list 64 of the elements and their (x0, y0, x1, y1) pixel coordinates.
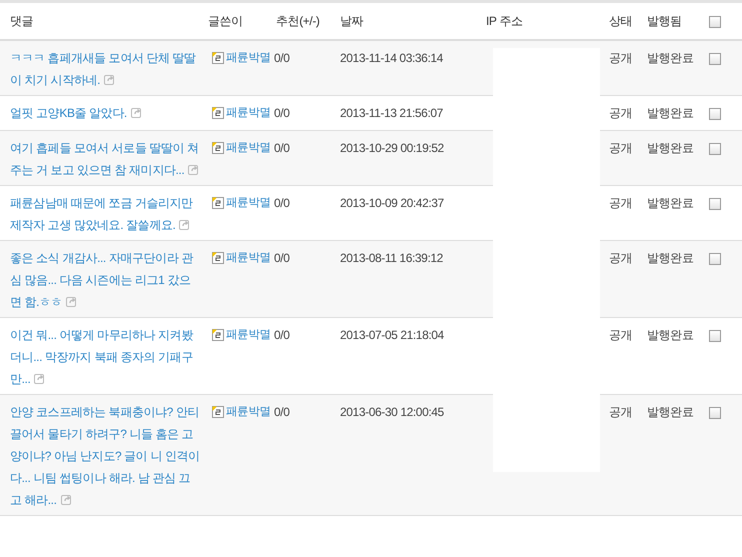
comment-link[interactable]: 안양 코스프레하는 북패충이냐? 안티 끌어서 물타기 하려구? 니들 홈은 고양이냐? 아님 난지도? 글이 니 인격이다... 니팀 썹팅이나 해라. 남 관심 끄고 해라... (10, 401, 204, 511)
status-text: 공개 (609, 405, 632, 419)
author-link[interactable]: 패륜박멸 (212, 47, 271, 69)
votes-text: 0/0 (274, 106, 290, 120)
published-text: 발행완료 (647, 141, 694, 155)
share-icon[interactable] (130, 107, 142, 118)
level-icon (212, 329, 224, 341)
level-icon (212, 107, 224, 119)
row-checkbox[interactable] (709, 330, 721, 342)
share-icon[interactable] (34, 373, 46, 384)
share-icon[interactable] (66, 296, 78, 307)
published-text: 발행완료 (647, 106, 694, 120)
votes-text: 0/0 (274, 328, 290, 342)
row-checkbox[interactable] (709, 198, 721, 210)
row-checkbox[interactable] (709, 108, 721, 120)
status-text: 공개 (609, 141, 632, 155)
author-link[interactable]: 패륜박멸 (212, 102, 271, 124)
select-all-checkbox[interactable] (709, 16, 721, 28)
row-checkbox[interactable] (709, 406, 721, 419)
published-text: 발행완료 (647, 251, 694, 265)
comment-link[interactable]: 여기 흡페들 모여서 서로들 딸딸이 쳐주는 거 보고 있으면 참 재미지다... (10, 137, 204, 181)
status-text: 공개 (609, 106, 632, 120)
row-checkbox[interactable] (709, 252, 721, 265)
date-text: 2013-11-14 03:36:14 (340, 51, 443, 65)
date-text: 2013-11-13 21:56:07 (340, 106, 443, 120)
author-link[interactable]: 패륜박멸 (212, 137, 271, 159)
date-text: 2013-07-05 21:18:04 (340, 328, 444, 342)
level-icon (212, 52, 224, 64)
level-icon (212, 142, 224, 154)
status-text: 공개 (609, 51, 632, 65)
share-icon[interactable] (104, 74, 116, 85)
votes-text: 0/0 (274, 141, 290, 155)
published-text: 발행완료 (647, 196, 694, 210)
author-link[interactable]: 패륜박멸 (212, 247, 271, 269)
row-checkbox[interactable] (709, 52, 721, 65)
votes-text: 0/0 (274, 251, 290, 265)
status-text: 공개 (609, 251, 632, 265)
level-icon (212, 252, 224, 264)
date-text: 2013-06-30 12:00:45 (340, 405, 444, 419)
votes-text: 0/0 (274, 51, 290, 65)
published-text: 발행완료 (647, 51, 694, 65)
date-text: 2013-10-09 20:42:37 (340, 196, 444, 210)
votes-text: 0/0 (274, 405, 290, 419)
date-text: 2013-08-11 16:39:12 (340, 251, 443, 265)
comment-link[interactable]: 패륜삼남매 때문에 쪼금 거슬리지만 제작자 고생 많았네요. 잘쓸께요. (10, 192, 204, 236)
author-link[interactable]: 패륜박멸 (212, 192, 271, 214)
comment-link[interactable]: 이건 뭐... 어떻게 마무리하나 지켜봤더니... 막장까지 북패 종자의 기패구만... (10, 324, 204, 390)
comment-link[interactable]: ㅋㅋㅋ 흡페개새들 모여서 단체 딸딸이 치기 시작하네. (10, 47, 204, 91)
share-icon[interactable] (188, 164, 200, 175)
row-checkbox[interactable] (709, 142, 721, 155)
status-text: 공개 (609, 196, 632, 210)
author-link[interactable]: 패륜박멸 (212, 401, 271, 423)
share-icon[interactable] (179, 219, 190, 230)
published-text: 발행완료 (647, 405, 694, 419)
status-text: 공개 (609, 328, 632, 342)
comment-link[interactable]: 얼핏 고양KB줄 알았다. (10, 102, 204, 124)
votes-text: 0/0 (274, 196, 290, 210)
author-link[interactable]: 패륜박멸 (212, 324, 271, 346)
share-icon[interactable] (60, 494, 72, 505)
level-icon (212, 197, 224, 209)
date-text: 2013-10-29 00:19:52 (340, 141, 444, 155)
level-icon (212, 406, 224, 418)
comment-link[interactable]: 좋은 소식 개감사... 자매구단이라 관심 많음... 다음 시즌에는 리그1 갔으면 함.ㅎㅎ (10, 247, 204, 313)
published-text: 발행완료 (647, 328, 694, 342)
